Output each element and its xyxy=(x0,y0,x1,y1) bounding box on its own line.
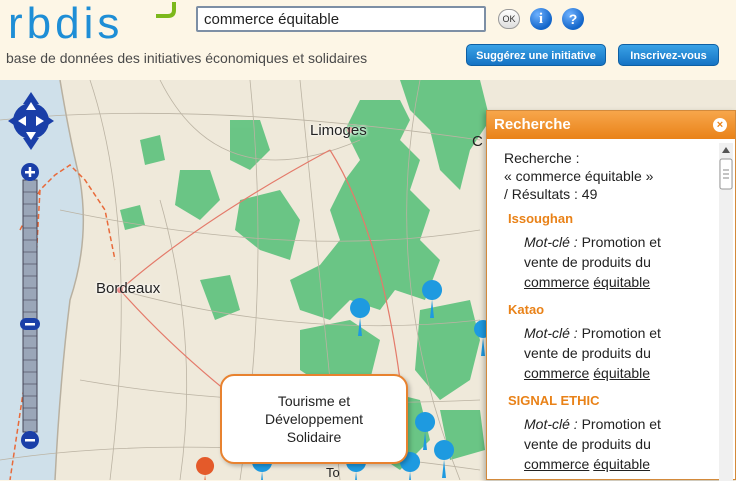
search-summary: Recherche : « commerce équitable » / Rés… xyxy=(504,150,654,202)
close-icon[interactable]: × xyxy=(713,118,727,132)
panel-title: Recherche xyxy=(494,116,571,133)
result-keywords: Mot-clé : Promotion et vente de produits… xyxy=(524,325,661,381)
keyword-link[interactable]: équitable xyxy=(593,274,650,290)
info-icon[interactable]: i xyxy=(530,8,552,30)
map-tooltip: Tourisme et Développement Solidaire xyxy=(220,374,408,464)
result-item[interactable]: Katao Mot-clé : Promotion et vente de pr… xyxy=(504,302,713,383)
keyword-link[interactable]: commerce xyxy=(524,456,589,472)
keyword-link[interactable]: commerce xyxy=(524,365,589,381)
search-panel: Recherche × Recherche : « commerce équit… xyxy=(486,110,736,481)
panel-scrollbar[interactable] xyxy=(719,143,733,481)
suggest-initiative-button[interactable]: Suggérez une initiative xyxy=(466,44,606,66)
keyword-link[interactable]: équitable xyxy=(593,456,650,472)
keyword-link[interactable]: équitable xyxy=(593,365,650,381)
header: rbdis base de données des initiatives éc… xyxy=(0,0,736,80)
result-keywords: Mot-clé : Promotion et vente de produits… xyxy=(524,416,661,472)
tooltip-line: Développement xyxy=(264,411,364,427)
result-item[interactable]: SIGNAL ETHIC Mot-clé : Promotion et vent… xyxy=(504,393,713,474)
zoom-slider[interactable] xyxy=(20,162,40,450)
map-marker xyxy=(196,457,215,480)
site-tagline: base de données des initiatives économiq… xyxy=(6,50,368,66)
city-label-bordeaux: Bordeaux xyxy=(96,280,161,297)
svg-text:To: To xyxy=(326,465,340,480)
panel-body: Recherche : « commerce équitable » / Rés… xyxy=(487,139,717,479)
register-button[interactable]: Inscrivez-vous xyxy=(618,44,719,66)
result-name[interactable]: Katao xyxy=(508,302,713,317)
result-item[interactable]: Issoughan Mot-clé : Promotion et vente d… xyxy=(504,211,713,292)
tooltip-line: Solidaire xyxy=(286,429,342,445)
rbdis-logo[interactable]: rbdis xyxy=(6,0,191,46)
panel-header: Recherche × xyxy=(487,111,735,139)
result-name[interactable]: Issoughan xyxy=(508,211,713,226)
search-input[interactable] xyxy=(196,6,486,32)
ok-button[interactable]: OK xyxy=(498,9,520,29)
result-name[interactable]: SIGNAL ETHIC xyxy=(508,393,713,408)
pan-control[interactable] xyxy=(8,92,54,150)
help-icon[interactable]: ? xyxy=(562,8,584,30)
result-keywords: Mot-clé : Promotion et vente de produits… xyxy=(524,234,661,290)
city-label-limoges: Limoges xyxy=(310,122,367,139)
svg-text:rbdis: rbdis xyxy=(8,0,123,46)
svg-text:C: C xyxy=(472,133,483,150)
keyword-link[interactable]: commerce xyxy=(524,274,589,290)
tooltip-line: Tourisme et xyxy=(277,393,351,409)
